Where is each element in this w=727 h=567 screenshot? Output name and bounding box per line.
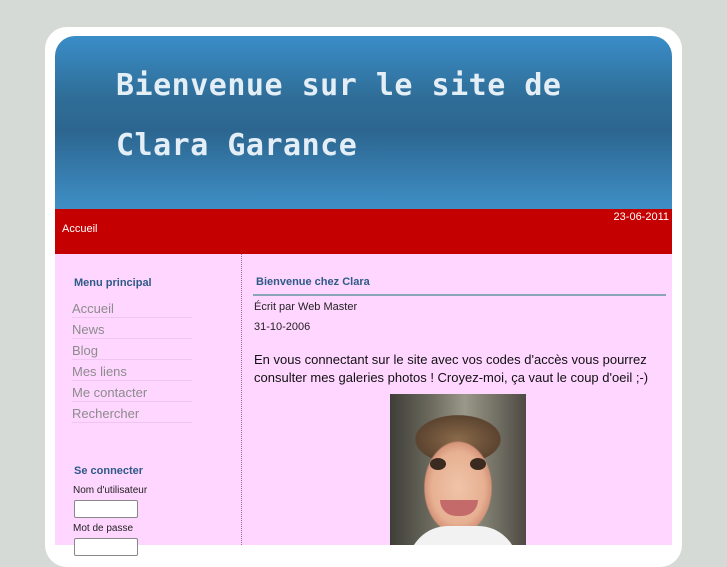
content-area: Menu principal Accueil News Blog Mes lie… — [55, 254, 672, 556]
menu-link-blog[interactable]: Blog — [72, 343, 98, 358]
article-title: Bienvenue chez Clara — [253, 276, 666, 296]
menu-item: Accueil — [72, 298, 192, 318]
menu-link-news[interactable]: News — [72, 322, 105, 337]
top-navbar: 23-06-2011 Accueil — [55, 209, 672, 254]
username-input[interactable] — [74, 500, 138, 518]
site-title: Bienvenue sur le site de Clara Garance — [116, 68, 562, 163]
login-heading: Se connecter — [74, 465, 144, 477]
article-date: 31-10-2006 — [254, 321, 311, 333]
photo-detail — [470, 458, 486, 470]
photo-detail — [408, 526, 518, 545]
password-label: Mot de passe — [73, 523, 134, 534]
menu-heading: Menu principal — [74, 277, 152, 289]
sidebar: Menu principal Accueil News Blog Mes lie… — [55, 254, 242, 556]
menu-link-mes-liens[interactable]: Mes liens — [72, 364, 127, 379]
main-content: Bienvenue chez Clara Écrit par Web Maste… — [243, 254, 672, 545]
menu-item: Rechercher — [72, 403, 192, 423]
menu-link-me-contacter[interactable]: Me contacter — [72, 385, 147, 400]
article-author: Écrit par Web Master — [254, 301, 358, 313]
baby-photo — [390, 394, 526, 545]
photo-detail — [440, 500, 478, 516]
menu-item: Mes liens — [72, 361, 192, 381]
menu-item: Blog — [72, 340, 192, 360]
username-label: Nom d'utilisateur — [73, 485, 148, 496]
photo-detail — [430, 458, 446, 470]
article-intro: En vous connectant sur le site avec vos … — [254, 352, 649, 385]
password-input[interactable] — [74, 538, 138, 556]
main-menu: Accueil News Blog Mes liens Me contacter… — [72, 298, 192, 424]
menu-item: Me contacter — [72, 382, 192, 402]
menu-item: News — [72, 319, 192, 339]
current-date: 23-06-2011 — [613, 211, 669, 223]
menu-link-rechercher[interactable]: Rechercher — [72, 406, 139, 421]
nav-home-link[interactable]: Accueil — [62, 223, 97, 235]
menu-link-accueil[interactable]: Accueil — [72, 301, 114, 316]
site-header: Bienvenue sur le site de Clara Garance — [55, 36, 672, 209]
